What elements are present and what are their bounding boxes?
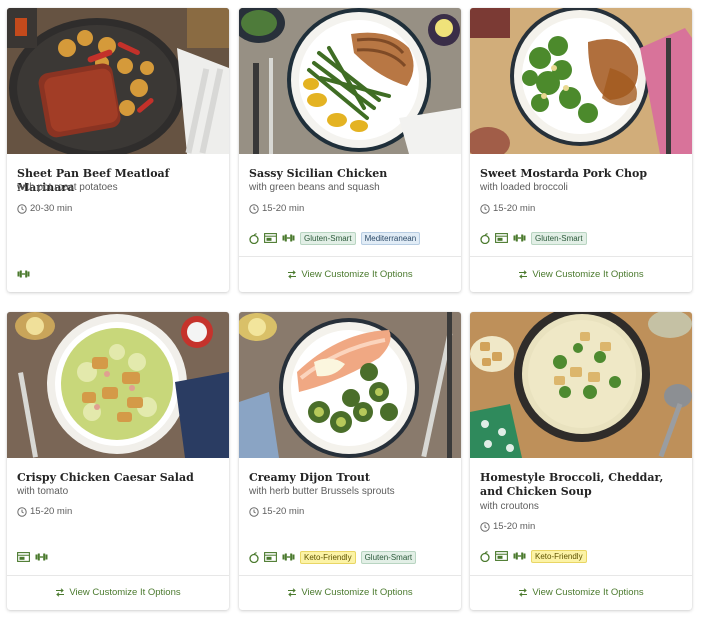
recipe-meta xyxy=(17,550,48,564)
prep-time: 15-20 min xyxy=(480,203,535,215)
recipe-photo[interactable] xyxy=(470,8,692,154)
oven-icon xyxy=(264,552,277,562)
oven-icon xyxy=(17,552,30,562)
swap-icon xyxy=(288,269,297,279)
prep-time-label: 15-20 min xyxy=(493,521,536,532)
recipe-photo[interactable] xyxy=(7,8,229,154)
recipe-card-3[interactable]: Sweet Mostarda Pork Chop with loaded bro… xyxy=(470,8,692,292)
dumbbell-icon xyxy=(513,552,526,560)
recipe-subtitle: with herb butter Brussels sprouts xyxy=(249,486,395,497)
customize-label: View Customize It Options xyxy=(301,268,413,280)
swap-icon xyxy=(519,587,528,597)
customize-link[interactable]: View Customize It Options xyxy=(7,582,229,602)
prep-time: 20-30 min xyxy=(17,203,72,215)
prep-time: 15-20 min xyxy=(249,203,304,215)
customize-label: View Customize It Options xyxy=(532,586,644,598)
customize-label: View Customize It Options xyxy=(532,268,644,280)
apple-icon xyxy=(249,551,259,563)
prep-time: 15-20 min xyxy=(17,506,72,518)
customize-link[interactable]: View Customize It Options xyxy=(470,582,692,602)
recipe-title[interactable]: Creamy Dijon Trout xyxy=(249,471,451,485)
customize-link[interactable]: View Customize It Options xyxy=(470,264,692,284)
tag-gluten-smart: Gluten-Smart xyxy=(360,550,417,564)
swap-icon xyxy=(56,587,65,597)
recipe-photo[interactable] xyxy=(239,312,461,458)
recipe-subtitle: with loaded broccoli xyxy=(480,182,568,193)
tag-keto-friendly: Keto-Friendly xyxy=(531,549,587,563)
recipe-meta: Keto-Friendly Gluten-Smart xyxy=(249,550,417,564)
dumbbell-icon xyxy=(17,270,30,278)
prep-time-label: 20-30 min xyxy=(30,203,73,214)
tag-keto-friendly: Keto-Friendly xyxy=(300,550,356,564)
prep-time-label: 15-20 min xyxy=(262,506,305,517)
recipe-subtitle: with tomato xyxy=(17,486,69,497)
recipe-card-4[interactable]: Crispy Chicken Caesar Salad with tomato … xyxy=(7,312,229,610)
recipe-card-5[interactable]: Creamy Dijon Trout with herb butter Brus… xyxy=(239,312,461,610)
recipe-title[interactable]: Sassy Sicilian Chicken xyxy=(249,167,451,181)
divider xyxy=(7,575,229,576)
recipe-meta: Gluten-Smart xyxy=(480,231,587,245)
clock-icon xyxy=(17,204,27,214)
clock-icon xyxy=(480,522,490,532)
recipe-card-1[interactable]: Sheet Pan Beef Meatloaf Marinara with po… xyxy=(7,8,229,292)
recipe-meta: Gluten-Smart Mediterranean xyxy=(249,231,421,245)
recipe-photo[interactable] xyxy=(470,312,692,458)
swap-icon xyxy=(519,269,528,279)
dumbbell-icon xyxy=(282,553,295,561)
prep-time: 15-20 min xyxy=(480,521,535,533)
customize-link[interactable]: View Customize It Options xyxy=(239,264,461,284)
clock-icon xyxy=(480,204,490,214)
recipe-photo[interactable] xyxy=(239,8,461,154)
recipe-subtitle: with green beans and squash xyxy=(249,182,380,193)
customize-label: View Customize It Options xyxy=(301,586,413,598)
recipe-meta: Keto-Friendly xyxy=(480,549,587,563)
prep-time: 15-20 min xyxy=(249,506,304,518)
prep-time-label: 15-20 min xyxy=(493,203,536,214)
dumbbell-icon xyxy=(35,553,48,561)
recipe-title[interactable]: Homestyle Broccoli, Cheddar, and Chicken… xyxy=(480,471,682,499)
recipe-card-6[interactable]: Homestyle Broccoli, Cheddar, and Chicken… xyxy=(470,312,692,610)
recipe-title[interactable]: Sweet Mostarda Pork Chop xyxy=(480,167,682,181)
apple-icon xyxy=(480,232,490,244)
dumbbell-icon xyxy=(282,234,295,242)
oven-icon xyxy=(495,551,508,561)
recipe-title[interactable]: Crispy Chicken Caesar Salad xyxy=(17,471,219,485)
apple-icon xyxy=(249,232,259,244)
dumbbell-icon xyxy=(513,234,526,242)
oven-icon xyxy=(264,233,277,243)
customize-label: View Customize It Options xyxy=(69,586,181,598)
prep-time-label: 15-20 min xyxy=(262,203,305,214)
divider xyxy=(470,256,692,257)
recipe-subtitle: with pot roast potatoes xyxy=(17,182,118,193)
tag-gluten-smart: Gluten-Smart xyxy=(531,231,587,245)
tag-gluten-smart: Gluten-Smart xyxy=(300,231,356,245)
recipe-card-2[interactable]: Sassy Sicilian Chicken with green beans … xyxy=(239,8,461,292)
recipe-subtitle: with croutons xyxy=(480,501,539,512)
recipe-photo[interactable] xyxy=(7,312,229,458)
customize-link[interactable]: View Customize It Options xyxy=(239,582,461,602)
oven-icon xyxy=(495,233,508,243)
divider xyxy=(239,256,461,257)
divider xyxy=(470,575,692,576)
divider xyxy=(239,575,461,576)
clock-icon xyxy=(17,507,27,517)
swap-icon xyxy=(288,587,297,597)
clock-icon xyxy=(249,507,259,517)
apple-icon xyxy=(480,550,490,562)
tag-mediterranean: Mediterranean xyxy=(360,231,421,245)
prep-time-label: 15-20 min xyxy=(30,506,73,517)
clock-icon xyxy=(249,204,259,214)
recipe-meta xyxy=(17,267,30,281)
